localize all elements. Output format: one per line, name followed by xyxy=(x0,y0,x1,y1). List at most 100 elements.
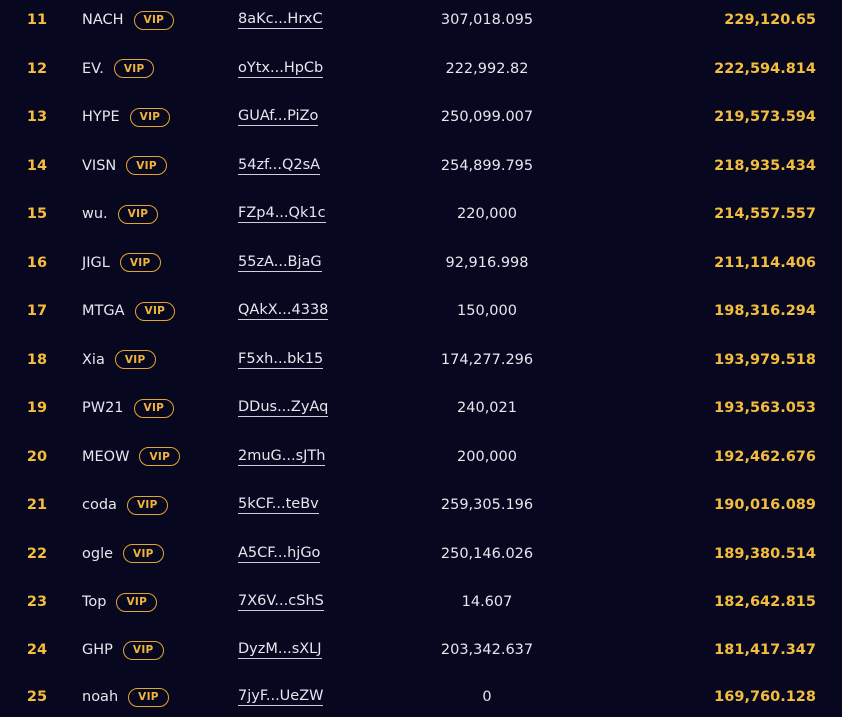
name-cell: MTGA VIP xyxy=(82,287,232,335)
address-link[interactable]: FZp4...Qk1c xyxy=(238,205,326,223)
address-cell: 7jyF...UeZW xyxy=(238,673,358,717)
rank-cell: 25 xyxy=(26,689,48,705)
rank-cell: 14 xyxy=(26,157,48,174)
address-cell: 5kCF...teBv xyxy=(238,481,358,529)
value-cell: 211,114.406 xyxy=(714,254,816,271)
amount-cell: 254,899.795 xyxy=(440,157,534,174)
name-cell: JIGL VIP xyxy=(82,239,232,287)
name-cell: Top VIP xyxy=(82,578,232,626)
amount-cell: 200,000 xyxy=(457,448,517,465)
value-cell: 190,016.089 xyxy=(714,497,816,513)
address-link[interactable]: 7X6V...cShS xyxy=(238,593,324,611)
amount-cell: 174,277.296 xyxy=(440,351,534,368)
token-name: ogle xyxy=(82,545,114,562)
name-cell: NACH VIP xyxy=(82,0,232,44)
address-link[interactable]: F5xh...bk15 xyxy=(238,351,324,369)
vip-badge: VIP xyxy=(126,495,168,515)
address-cell: A5CF...hjGo xyxy=(238,530,358,578)
rank-cell: 22 xyxy=(26,545,48,562)
address-link[interactable]: DDus...ZyAq xyxy=(238,399,329,417)
name-cell: ogle VIP xyxy=(82,530,232,578)
token-name: MTGA xyxy=(82,303,125,319)
value-cell: 182,642.815 xyxy=(714,594,816,610)
name-cell: MEOW VIP xyxy=(82,433,232,481)
vip-badge: VIP xyxy=(117,204,159,224)
name-cell: GHP VIP xyxy=(82,626,232,674)
address-cell: FZp4...Qk1c xyxy=(238,190,358,238)
address-link[interactable]: QAkX...4338 xyxy=(238,302,329,320)
amount-cell: 14.607 xyxy=(461,594,513,610)
table-row: 22 ogle VIP A5CF...hjGo 250,146.026 189,3… xyxy=(0,530,842,578)
table-row: 15 wu. VIP FZp4...Qk1c 220,000 214,557.55… xyxy=(0,190,842,238)
token-name: VISN xyxy=(82,157,117,174)
token-name: EV. xyxy=(82,60,104,77)
address-link[interactable]: 54zf...Q2sA xyxy=(238,157,321,175)
table-row: 13 HYPE VIP GUAf...PiZo 250,099.007 219,5… xyxy=(0,93,842,141)
amount-cell: 150,000 xyxy=(457,303,517,319)
address-cell: F5xh...bk15 xyxy=(238,336,358,384)
token-name: MEOW xyxy=(82,448,130,465)
name-cell: wu. VIP xyxy=(82,190,232,238)
table-row: 17 MTGA VIP QAkX...4338 150,000 198,316.2… xyxy=(0,287,842,335)
table-row: 12 EV. VIP oYtx...HpCb 222,992.82 222,594… xyxy=(0,45,842,93)
token-name: HYPE xyxy=(82,109,120,125)
rank-cell: 16 xyxy=(26,254,48,271)
rank-cell: 21 xyxy=(26,497,48,513)
token-name: GHP xyxy=(82,642,113,658)
address-link[interactable]: 8aKc...HrxC xyxy=(238,11,323,29)
address-link[interactable]: 55zA...BjaG xyxy=(238,254,322,272)
vip-badge: VIP xyxy=(123,544,164,563)
token-name: Top xyxy=(82,594,107,610)
rank-cell: 24 xyxy=(26,642,48,658)
rank-cell: 19 xyxy=(26,400,48,416)
table-row: 19 PW21 VIP DDus...ZyAq 240,021 193,563.0… xyxy=(0,384,842,432)
vip-badge: VIP xyxy=(126,156,167,175)
name-cell: PW21 VIP xyxy=(82,384,232,432)
vip-badge: VIP xyxy=(114,350,156,369)
token-name: coda xyxy=(82,497,117,513)
value-cell: 214,557.557 xyxy=(714,206,816,222)
value-cell: 192,462.676 xyxy=(714,448,816,465)
table-row: 18 Xia VIP F5xh...bk15 174,277.296 193,97… xyxy=(0,336,842,384)
name-cell: noah VIP xyxy=(82,673,232,717)
table-row: 24 GHP VIP DyzM...sXLJ 203,342.637 181,41… xyxy=(0,626,842,674)
address-cell: 8aKc...HrxC xyxy=(238,0,358,44)
rank-cell: 23 xyxy=(26,594,48,610)
table-row: 23 Top VIP 7X6V...cShS 14.607 182,642.815 xyxy=(0,578,842,626)
rank-cell: 15 xyxy=(26,206,48,222)
value-cell: 222,594.814 xyxy=(714,60,816,77)
address-link[interactable]: 2muG...sJTh xyxy=(238,448,326,466)
amount-cell: 222,992.82 xyxy=(445,60,529,77)
vip-badge: VIP xyxy=(134,301,176,321)
address-cell: 2muG...sJTh xyxy=(238,433,358,481)
token-name: PW21 xyxy=(82,400,124,416)
token-name: noah xyxy=(82,689,119,705)
amount-cell: 203,342.637 xyxy=(440,642,534,658)
address-link[interactable]: DyzM...sXLJ xyxy=(238,641,322,659)
vip-badge: VIP xyxy=(122,640,164,660)
value-cell: 218,935.434 xyxy=(714,157,816,174)
amount-cell: 259,305.196 xyxy=(440,497,534,513)
table-row: 14 VISN VIP 54zf...Q2sA 254,899.795 218,9… xyxy=(0,142,842,190)
address-link[interactable]: 5kCF...teBv xyxy=(238,496,319,514)
address-link[interactable]: A5CF...hjGo xyxy=(238,545,321,563)
address-link[interactable]: 7jyF...UeZW xyxy=(238,688,324,706)
vip-badge: VIP xyxy=(119,253,161,272)
table-row: 16 JIGL VIP 55zA...BjaG 92,916.998 211,11… xyxy=(0,239,842,287)
rank-cell: 18 xyxy=(26,351,48,368)
address-cell: oYtx...HpCb xyxy=(238,45,358,93)
token-name: JIGL xyxy=(82,254,110,271)
vip-badge: VIP xyxy=(113,59,155,78)
amount-cell: 240,021 xyxy=(457,400,517,416)
token-name: wu. xyxy=(82,206,108,222)
address-cell: 55zA...BjaG xyxy=(238,239,358,287)
vip-badge: VIP xyxy=(133,10,175,30)
vip-badge: VIP xyxy=(128,687,169,707)
address-link[interactable]: oYtx...HpCb xyxy=(238,60,324,78)
value-cell: 198,316.294 xyxy=(714,303,816,319)
vip-badge: VIP xyxy=(129,107,171,127)
amount-cell: 250,146.026 xyxy=(440,545,534,562)
leaderboard-table: 11 NACH VIP 8aKc...HrxC 307,018.095 229,1… xyxy=(0,0,842,717)
address-link[interactable]: GUAf...PiZo xyxy=(238,108,319,126)
name-cell: VISN VIP xyxy=(82,142,232,190)
